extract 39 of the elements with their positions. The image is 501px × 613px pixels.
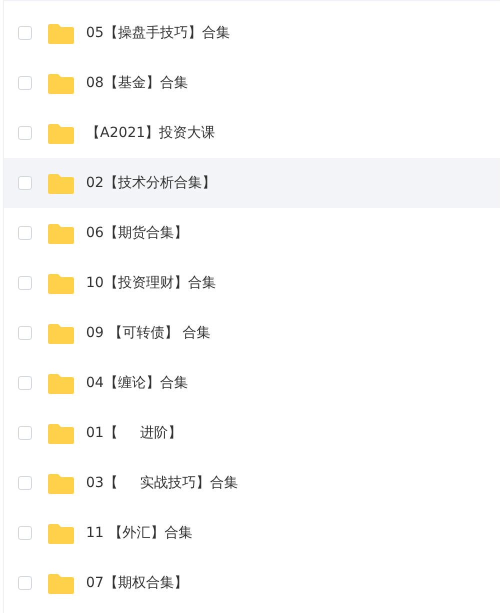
folder-name: 04【缠论】合集 (86, 374, 188, 392)
checkbox[interactable] (18, 26, 32, 40)
checkbox[interactable] (18, 226, 32, 240)
folder-icon (48, 172, 74, 194)
checkbox[interactable] (18, 376, 32, 390)
folder-name: 09 【可转债】 合集 (86, 324, 211, 342)
folder-icon (48, 422, 74, 444)
folder-name: 01【 (86, 424, 118, 442)
checkbox[interactable] (18, 76, 32, 90)
folder-icon (48, 372, 74, 394)
folder-name: 06【期货合集】 (86, 224, 188, 242)
checkbox[interactable] (18, 326, 32, 340)
folder-icon (48, 322, 74, 344)
folder-name: 实战技巧】合集 (140, 474, 238, 492)
checkbox[interactable] (18, 476, 32, 490)
checkbox[interactable] (18, 526, 32, 540)
folder-name: 03【 (86, 474, 118, 492)
checkbox[interactable] (18, 126, 32, 140)
folder-icon (48, 272, 74, 294)
folder-name: 10【投资理财】合集 (86, 274, 216, 292)
folder-name: 11 【外汇】合集 (86, 524, 192, 542)
folder-name: 【A2021】投资大课 (86, 124, 216, 142)
folder-name: 05【操盘手技巧】合集 (86, 24, 230, 42)
folder-icon (48, 572, 74, 594)
folder-icon (48, 522, 74, 544)
folder-name: 进阶】 (140, 424, 182, 442)
folder-name: 02【技术分析合集】 (86, 174, 216, 192)
folder-name: 07【期权合集】 (86, 574, 188, 592)
folder-name: 08【基金】合集 (86, 74, 188, 92)
checkbox[interactable] (18, 276, 32, 290)
folder-icon (48, 72, 74, 94)
folder-icon (48, 222, 74, 244)
folder-icon (48, 472, 74, 494)
file-row-highlighted[interactable]: 02【技术分析合集】 (4, 158, 500, 208)
checkbox[interactable] (18, 176, 32, 190)
checkbox[interactable] (18, 576, 32, 590)
folder-icon (48, 22, 74, 44)
folder-icon (48, 122, 74, 144)
checkbox[interactable] (18, 426, 32, 440)
